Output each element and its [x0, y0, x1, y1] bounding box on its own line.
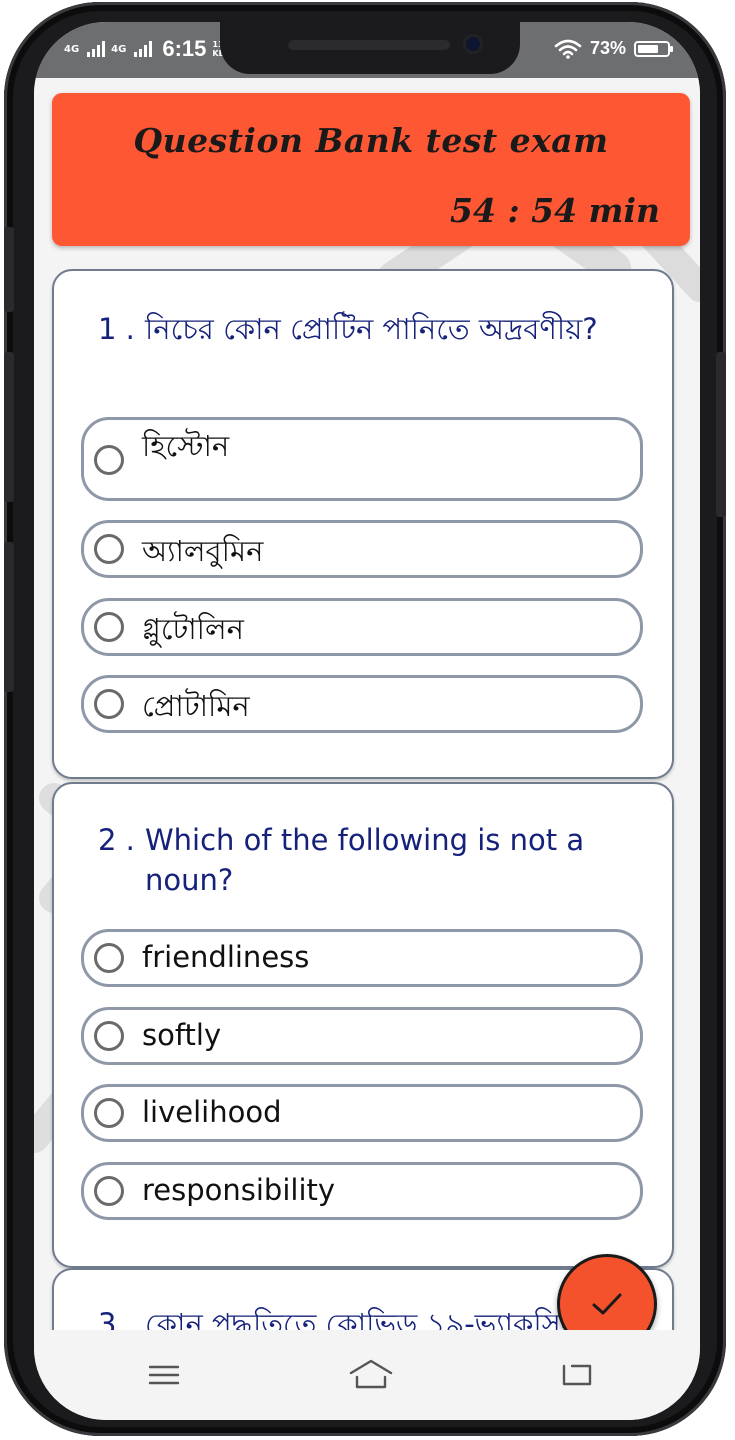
- option-label: softly: [142, 1018, 222, 1052]
- question-card: 1 . নিচের কোন প্রোটিন পানিতে অদ্রবণীয়? …: [52, 269, 674, 779]
- question-row: 1 . নিচের কোন প্রোটিন পানিতে অদ্রবণীয়?: [98, 309, 642, 349]
- radio-button[interactable]: [94, 1021, 124, 1051]
- side-button: [4, 227, 14, 312]
- menu-icon: [148, 1365, 180, 1385]
- answer-option[interactable]: livelihood: [81, 1084, 643, 1142]
- option-label: friendliness: [142, 940, 310, 974]
- answer-option[interactable]: প্রোটামিন: [81, 675, 643, 733]
- back-button[interactable]: [556, 1358, 596, 1392]
- notch: [220, 22, 520, 74]
- recent-apps-button[interactable]: [144, 1358, 184, 1392]
- question-text: Which of the following is not a noun?: [145, 823, 585, 897]
- answer-option[interactable]: softly: [81, 1007, 643, 1065]
- front-camera: [466, 37, 480, 51]
- answer-option[interactable]: friendliness: [81, 929, 643, 987]
- phone-frame: 4G 4G 6:15 13.0 KB/s: [4, 2, 726, 1436]
- radio-button[interactable]: [94, 534, 124, 564]
- countdown-timer: 54 : 54 min: [450, 191, 660, 230]
- answer-option[interactable]: responsibility: [81, 1162, 643, 1220]
- radio-button[interactable]: [94, 1098, 124, 1128]
- option-label: প্রোটামিন: [142, 689, 250, 723]
- question-number: 2 .: [98, 823, 135, 857]
- power-button: [716, 352, 726, 517]
- check-icon: [592, 1293, 622, 1315]
- option-label: responsibility: [142, 1173, 336, 1207]
- radio-button[interactable]: [94, 689, 124, 719]
- network-type-2: 4G: [111, 43, 127, 55]
- app-content[interactable]: Question Bank test exam 54 : 54 min 1 . …: [34, 78, 700, 1330]
- wifi-icon: [554, 39, 582, 59]
- radio-button[interactable]: [94, 1176, 124, 1206]
- radio-button[interactable]: [94, 445, 124, 475]
- exam-title: Question Bank test exam: [133, 121, 609, 160]
- navigation-bar: [34, 1330, 700, 1420]
- radio-button[interactable]: [94, 943, 124, 973]
- side-button: [4, 542, 14, 692]
- side-button: [4, 352, 14, 502]
- speaker: [288, 40, 450, 50]
- signal-icon: [134, 41, 153, 57]
- radio-button[interactable]: [94, 612, 124, 642]
- option-label: অ্যালবুমিন: [142, 534, 264, 568]
- back-icon: [562, 1364, 592, 1386]
- option-label: livelihood: [142, 1095, 282, 1129]
- signal-icon: [87, 41, 106, 57]
- question-text: নিচের কোন প্রোটিন পানিতে অদ্রবণীয়?: [145, 312, 598, 346]
- answer-option[interactable]: অ্যালবুমিন: [81, 520, 643, 578]
- battery-percent: 73%: [589, 38, 626, 58]
- question-card: 2 . Which of the following is not a noun…: [52, 782, 674, 1268]
- answer-option[interactable]: গ্লুটোলিন: [81, 598, 643, 656]
- battery-icon: [634, 40, 673, 57]
- screen: 4G 4G 6:15 13.0 KB/s: [34, 22, 700, 1420]
- question-row: 2 . Which of the following is not a noun…: [98, 820, 642, 900]
- clock: 6:15: [162, 36, 207, 61]
- answer-option[interactable]: হিস্টোন: [81, 417, 643, 501]
- option-label: হিস্টোন: [142, 429, 230, 463]
- question-number: 1 .: [98, 312, 135, 346]
- option-label: গ্লুটোলিন: [142, 612, 244, 646]
- exam-header: Question Bank test exam 54 : 54 min: [52, 93, 690, 246]
- network-type: 4G: [64, 43, 80, 55]
- home-button[interactable]: [348, 1358, 393, 1392]
- question-number: 3 .: [98, 1307, 135, 1330]
- home-icon: [349, 1359, 393, 1389]
